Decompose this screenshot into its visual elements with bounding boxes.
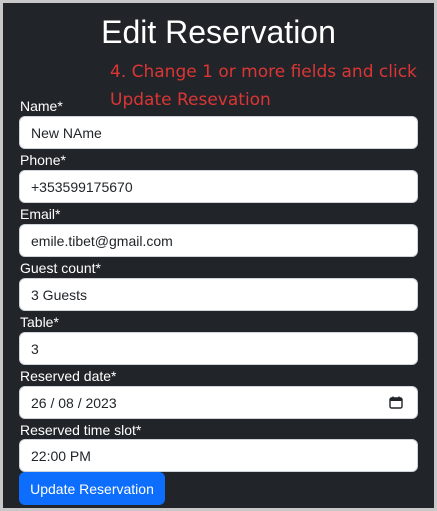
phone-input[interactable]: +353599175670 [19,170,418,203]
annotation-line-1: 4. Change 1 or more fields and click [110,62,417,82]
email-label: Email* [20,206,61,222]
phone-label: Phone* [20,152,66,168]
time-slot-select[interactable]: 22:00 PM [19,439,418,472]
guest-count-label: Guest count* [20,260,101,276]
name-input[interactable]: New NAme [19,116,418,149]
table-label: Table* [20,314,59,330]
page-title: Edit Reservation [101,14,336,50]
calendar-icon[interactable] [389,396,403,409]
table-input[interactable]: 3 [19,332,418,365]
reserved-date-label: Reserved date* [20,368,117,384]
table-value: 3 [31,340,39,357]
annotation-line-2: Update Resevation [110,90,271,110]
guest-count-value: 3 Guests [31,286,88,303]
name-value: New NAme [31,124,102,141]
instruction-annotation: 4. Change 1 or more fields and click Upd… [110,58,430,114]
time-slot-value: 22:00 PM [31,447,91,464]
email-value: emile.tibet@gmail.com [31,232,173,249]
phone-value: +353599175670 [31,178,133,195]
reserved-date-value: 26 / 08 / 2023 [31,394,117,411]
update-reservation-button[interactable]: Update Reservation [19,472,165,505]
reserved-date-input[interactable]: 26 / 08 / 2023 [19,386,418,419]
name-label: Name* [20,98,63,114]
time-slot-label: Reserved time slot* [20,422,142,438]
email-input[interactable]: emile.tibet@gmail.com [19,224,418,257]
guest-count-input[interactable]: 3 Guests [19,278,418,311]
